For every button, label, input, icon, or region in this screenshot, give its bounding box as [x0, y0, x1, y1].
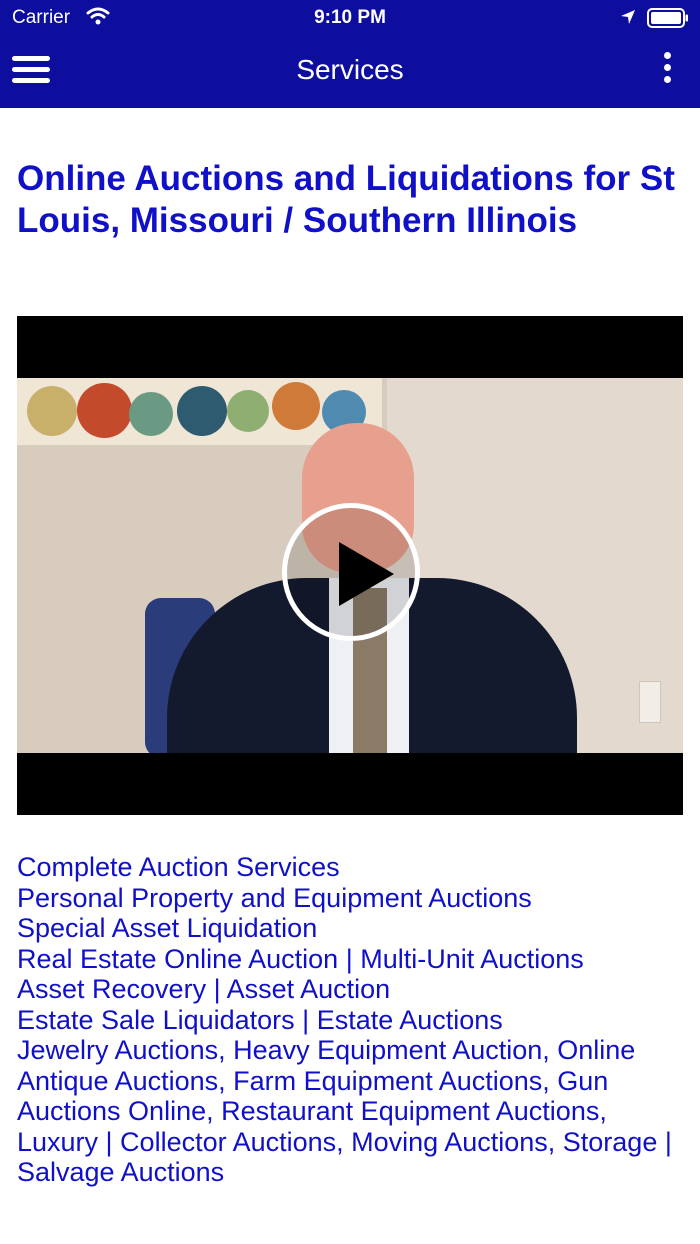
battery-icon	[647, 8, 689, 28]
status-time: 9:10 PM	[314, 7, 386, 28]
services-link-list: Complete Auction Services Personal Proper…	[17, 852, 687, 1188]
service-link[interactable]: Special Asset Liquidation	[17, 913, 687, 944]
service-link[interactable]: Real Estate Online Auction | Multi-Unit …	[17, 944, 687, 975]
status-bar: Carrier 9:10 PM	[0, 0, 700, 36]
video-player[interactable]	[17, 316, 683, 815]
service-link[interactable]: Personal Property and Equipment Auctions	[17, 883, 687, 914]
service-link[interactable]: Asset Recovery | Asset Auction	[17, 974, 687, 1005]
nav-bar: Services	[0, 36, 700, 108]
page-heading: Online Auctions and Liquidations for St …	[17, 159, 675, 240]
service-link[interactable]: Estate Sale Liquidators | Estate Auction…	[17, 1005, 687, 1036]
service-link[interactable]: Complete Auction Services	[17, 852, 687, 883]
location-arrow-icon	[620, 9, 636, 30]
vertical-dots-icon[interactable]	[656, 52, 678, 92]
service-link[interactable]: Jewelry Auctions, Heavy Equipment Auctio…	[17, 1035, 687, 1188]
page-title: Services	[296, 54, 404, 85]
play-icon[interactable]	[282, 503, 420, 641]
